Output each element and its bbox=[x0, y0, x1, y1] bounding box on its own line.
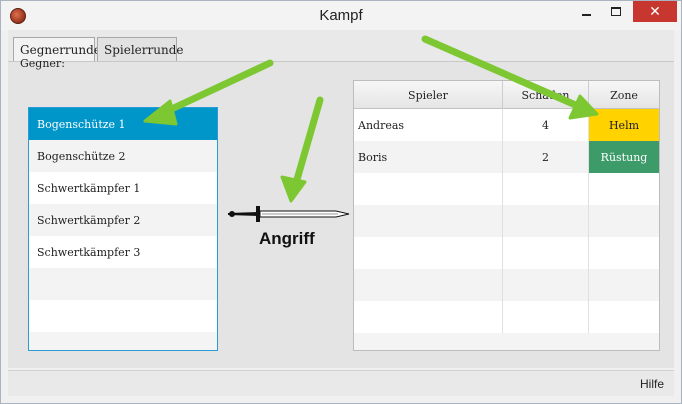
help-link[interactable]: Hilfe bbox=[640, 377, 664, 391]
table-body: Andreas 4 Helm Boris 2 Rüstung bbox=[354, 109, 659, 333]
sword-icon[interactable] bbox=[228, 203, 350, 225]
zone-cell[interactable]: Rüstung bbox=[589, 141, 659, 173]
damage-cell: 4 bbox=[503, 109, 589, 141]
maximize-button[interactable] bbox=[603, 1, 629, 22]
minimize-icon bbox=[581, 13, 591, 16]
tab-spielerrunde[interactable]: Spielerrunde bbox=[97, 37, 184, 61]
list-item-empty bbox=[29, 300, 217, 332]
table-row-empty bbox=[354, 269, 659, 301]
attack-button[interactable]: Angriff bbox=[259, 229, 315, 249]
player-cell: Andreas bbox=[354, 109, 503, 141]
tab-bar: Gegnerrunde Spielerrunde bbox=[8, 30, 674, 62]
table-row[interactable]: Boris 2 Rüstung bbox=[354, 141, 659, 173]
zone-cell[interactable]: Helm bbox=[589, 109, 659, 141]
table-row-empty bbox=[354, 301, 659, 333]
table-row[interactable]: Andreas 4 Helm bbox=[354, 109, 659, 141]
minimize-button[interactable] bbox=[573, 1, 599, 22]
list-item-empty bbox=[29, 268, 217, 300]
list-item[interactable]: Schwertkämpfer 1 bbox=[29, 172, 217, 204]
column-header-schaden[interactable]: Schaden bbox=[503, 81, 589, 109]
enemies-label: Gegner: bbox=[20, 57, 65, 70]
list-item[interactable]: Schwertkämpfer 3 bbox=[29, 236, 217, 268]
list-item[interactable]: Bogenschütze 1 bbox=[29, 108, 217, 140]
damage-cell: 2 bbox=[503, 141, 589, 173]
status-bar: Hilfe bbox=[8, 370, 674, 396]
column-header-zone[interactable]: Zone bbox=[589, 81, 659, 109]
close-icon: ✕ bbox=[649, 3, 661, 19]
list-item[interactable]: Schwertkämpfer 2 bbox=[29, 204, 217, 236]
maximize-icon bbox=[611, 7, 621, 16]
table-row-empty bbox=[354, 173, 659, 205]
enemy-list[interactable]: Bogenschütze 1 Bogenschütze 2 Schwertkäm… bbox=[28, 107, 218, 351]
title-bar[interactable]: Kampf ✕ bbox=[1, 1, 681, 31]
players-table: Spieler Schaden Zone Andreas 4 Helm Bori… bbox=[353, 80, 660, 351]
table-row-empty bbox=[354, 205, 659, 237]
table-row-empty bbox=[354, 237, 659, 269]
column-header-spieler[interactable]: Spieler bbox=[354, 81, 503, 109]
list-item[interactable]: Bogenschütze 2 bbox=[29, 140, 217, 172]
table-header: Spieler Schaden Zone bbox=[354, 81, 659, 109]
close-button[interactable]: ✕ bbox=[633, 1, 677, 22]
player-cell: Boris bbox=[354, 141, 503, 173]
